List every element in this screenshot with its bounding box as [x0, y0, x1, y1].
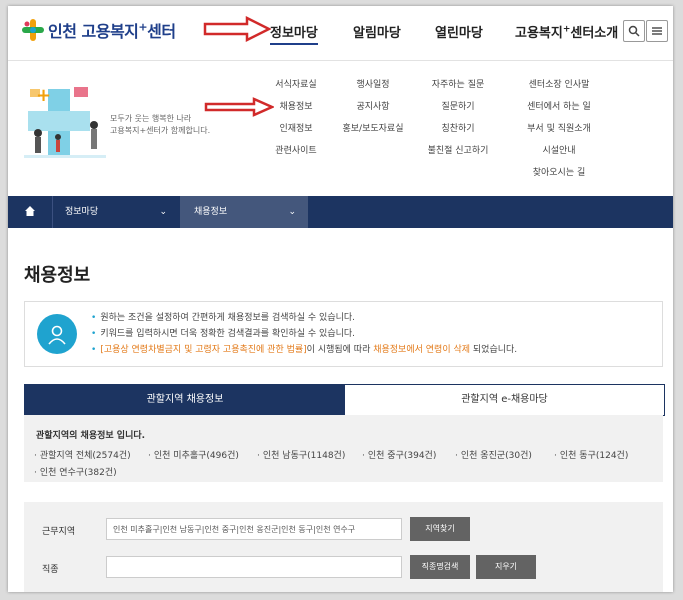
search-form: 근무지역 인천 미추홀구|인천 남동구|인천 중구|인천 옹진군|인천 동구|인…: [24, 502, 663, 592]
region-panel: 관할지역의 채용정보 입니다. 관할지역 전체(2574건) 인천 미추홀구(4…: [24, 415, 663, 482]
region-item[interactable]: 인천 중구(394건): [362, 448, 436, 461]
region-item[interactable]: 인천 남동구(1148건): [257, 448, 345, 461]
submenu-open: 자주하는 질문 질문하기 칭찬하기 불친절 신고하기: [420, 78, 496, 166]
chevron-down-icon: ⌄: [288, 207, 296, 217]
submenu-item-jobs[interactable]: 채용정보: [266, 100, 326, 122]
job-type-label: 직종: [42, 565, 59, 575]
submenu-item[interactable]: 홍보/보도자료실: [338, 122, 408, 144]
browser-viewport: 인천 고용복지+센터 정보마당 알림마당 열린마당 고용복지+센터소개 + 모두…: [8, 6, 673, 592]
job-type-field[interactable]: [106, 556, 402, 578]
info-line: [고용상 연령차별금지 및 고령자 고용촉진에 관한 법률]이 시행됨에 따라 …: [91, 342, 517, 358]
tab-e-job-market[interactable]: 관할지역 e-채용마당: [345, 385, 664, 415]
search-button[interactable]: [623, 20, 645, 42]
submenu-item[interactable]: 센터에서 하는 일: [516, 100, 602, 122]
menu-button[interactable]: [646, 20, 668, 42]
submenu-item[interactable]: 부서 및 직원소개: [516, 122, 602, 144]
submenu-item[interactable]: 칭찬하기: [420, 122, 496, 144]
work-area-field[interactable]: 인천 미추홀구|인천 남동구|인천 중구|인천 옹진군|인천 동구|인천 연수구: [106, 518, 402, 540]
logo-cross-icon: [22, 19, 44, 41]
submenu-item[interactable]: 공지사항: [338, 100, 408, 122]
region-title: 관할지역의 채용정보 입니다.: [36, 431, 146, 441]
job-tabs: 관할지역 채용정보 관할지역 e-채용마당: [24, 384, 665, 416]
submenu-item[interactable]: 서식자료실: [266, 78, 326, 100]
info-line: 원하는 조건을 설정하여 간편하게 채용정보를 검색하실 수 있습니다.: [91, 310, 517, 326]
clear-button[interactable]: 지우기: [476, 555, 536, 579]
submenu-info: 서식자료실 채용정보 인재정보 관련사이트: [266, 78, 326, 166]
submenu-item[interactable]: 시설안내: [516, 144, 602, 166]
home-icon[interactable]: [24, 205, 36, 217]
annotation-arrow-jobs: [204, 97, 274, 117]
info-bullets: 원하는 조건을 설정하여 간편하게 채용정보를 검색하실 수 있습니다. 키워드…: [91, 310, 517, 358]
job-search-button[interactable]: 직종명검색: [410, 555, 470, 579]
chevron-down-icon: ⌄: [159, 207, 167, 217]
breadcrumb-level1[interactable]: 정보마당 ⌄: [53, 196, 179, 228]
region-item[interactable]: 관할지역 전체(2574건): [34, 448, 131, 461]
submenu-item[interactable]: 찾아오시는 길: [516, 166, 602, 188]
logo-text: 인천 고용복지+센터: [48, 20, 176, 41]
submenu-item[interactable]: 자주하는 질문: [420, 78, 496, 100]
hamburger-icon: [652, 27, 662, 35]
region-item[interactable]: 인천 미추홀구(496건): [148, 448, 239, 461]
site-header: 인천 고용복지+센터 정보마당 알림마당 열린마당 고용복지+센터소개: [8, 6, 673, 61]
submenu-item[interactable]: 관련사이트: [266, 144, 326, 166]
region-item[interactable]: 인천 옹진군(30건): [455, 448, 532, 461]
site-logo[interactable]: 인천 고용복지+센터: [22, 18, 176, 42]
region-item[interactable]: 인천 동구(124건): [554, 448, 628, 461]
page-title: 채용정보: [24, 265, 91, 286]
submenu-item[interactable]: 센터소장 인사말: [516, 78, 602, 100]
search-icon: [628, 25, 640, 37]
person-icon: [37, 314, 77, 354]
region-item[interactable]: 인천 연수구(382건): [34, 465, 117, 478]
tab-regional-jobs[interactable]: 관할지역 채용정보: [25, 385, 345, 415]
info-line: 키워드를 입력하시면 더욱 정확한 검색결과를 확인하실 수 있습니다.: [91, 326, 517, 342]
submenu-item[interactable]: 인재정보: [266, 122, 326, 144]
submenu-about: 센터소장 인사말 센터에서 하는 일 부서 및 직원소개 시설안내 찾아오시는 …: [516, 78, 602, 188]
submenu-item[interactable]: 질문하기: [420, 100, 496, 122]
submenu-item[interactable]: 불친절 신고하기: [420, 144, 496, 166]
mega-menu: + 모두가 웃는 행복한 나라 고용복지+센터가 함께합니다. 서식자료실 채용…: [8, 61, 673, 191]
nav-notice[interactable]: 알림마당: [353, 22, 401, 41]
work-area-label: 근무지역: [42, 527, 76, 537]
nav-about[interactable]: 고용복지+센터소개: [515, 22, 618, 41]
breadcrumb: 정보마당 ⌄ 채용정보 ⌄: [8, 196, 673, 228]
annotation-arrow-nav: [203, 16, 271, 42]
nav-open[interactable]: 열린마당: [435, 22, 483, 41]
info-box: 원하는 조건을 설정하여 간편하게 채용정보를 검색하실 수 있습니다. 키워드…: [24, 301, 663, 367]
hero-illustration: +: [24, 85, 106, 158]
submenu-notice: 행사일정 공지사항 홍보/보도자료실: [338, 78, 408, 144]
breadcrumb-level2[interactable]: 채용정보 ⌄: [180, 196, 308, 228]
submenu-item[interactable]: 행사일정: [338, 78, 408, 100]
nav-info[interactable]: 정보마당: [270, 22, 318, 45]
find-area-button[interactable]: 지역찾기: [410, 517, 470, 541]
